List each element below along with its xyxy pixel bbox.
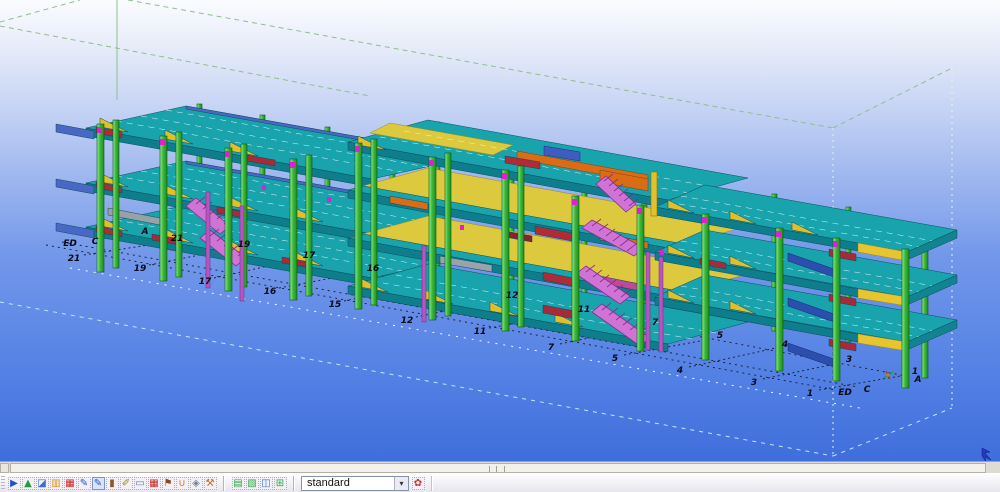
snap-icon[interactable]: ◫ (260, 477, 273, 490)
grid-label-11: 11 (578, 305, 591, 315)
grid-label-5: 5 (717, 331, 723, 341)
toolbar-end-divider (431, 476, 433, 491)
grid-label-12: 12 (401, 316, 414, 326)
grid-red-icon[interactable]: ▦ (148, 477, 161, 490)
toolbar-options-icons: ✿ (411, 477, 425, 490)
magnet-icon[interactable]: ∪ (176, 477, 189, 490)
binder-icon[interactable]: ▥ (50, 477, 63, 490)
bottom-toolbar: ▶▲◪▥▦✎✎▮✐▭▦⚑∪◈⚒ ▤▧◫⊞ standard ▾ ✿ (0, 473, 1000, 492)
new-view-icon[interactable]: ▤ (232, 477, 245, 490)
grid-label-16: 16 (264, 287, 277, 297)
scrollbar-left-box[interactable] (0, 463, 9, 473)
pointer-icon[interactable]: ▶ (8, 477, 21, 490)
pen-icon[interactable]: ✎ (78, 477, 91, 490)
grid-label-A: A (141, 227, 149, 237)
grid-label-1: 1 (807, 389, 813, 399)
grid-label-11: 11 (474, 327, 487, 337)
cone-icon[interactable]: ▲ (22, 477, 35, 490)
bolt-icon[interactable]: ▮ (106, 477, 119, 490)
view-selector-value: standard (302, 477, 394, 489)
snap-plus-icon[interactable]: ⊞ (274, 477, 287, 490)
grid-label-A: A (914, 375, 922, 385)
model-canvas[interactable]: 211917161512117543121191716121175431ACED… (0, 0, 1000, 461)
toolbar-secondary-icons: ▤▧◫⊞ (231, 477, 287, 490)
component-grid-icon[interactable]: ▦ (64, 477, 77, 490)
grid-label-3: 3 (751, 378, 757, 388)
grid-label-16: 16 (367, 264, 380, 274)
view-selector-combobox[interactable]: standard ▾ (301, 476, 409, 491)
toolbar-main-icons: ▶▲◪▥▦✎✎▮✐▭▦⚑∪◈⚒ (7, 477, 217, 490)
grid-label-ED: ED (838, 388, 852, 398)
options-flower-icon[interactable]: ✿ (412, 477, 425, 490)
document-icon[interactable]: ▭ (134, 477, 147, 490)
grid-label-21: 21 (171, 234, 184, 244)
grid-label-12: 12 (506, 291, 519, 301)
grid-label-C: C (864, 385, 871, 395)
toolbar-grip[interactable] (1, 476, 5, 491)
grid-label-19: 19 (238, 240, 251, 250)
grid-label-ED: ED (63, 239, 77, 249)
grid-label-3: 3 (846, 355, 852, 365)
scrollbar-grip (489, 466, 505, 472)
pencil-icon[interactable]: ✐ (120, 477, 133, 490)
grid-label-5: 5 (612, 354, 618, 364)
grid-label-7: 7 (548, 343, 555, 353)
flag-icon[interactable]: ⚑ (162, 477, 175, 490)
grid-label-17: 17 (199, 277, 212, 287)
page-flip-icon[interactable]: ◪ (36, 477, 49, 490)
hammer-icon[interactable]: ⚒ (204, 477, 217, 490)
horizontal-scrollbar[interactable] (0, 461, 1000, 473)
grid-label-17: 17 (303, 251, 316, 261)
grid-label-15: 15 (329, 300, 342, 310)
scrollbar-thumb[interactable] (10, 463, 986, 473)
toolbar-separator (223, 476, 225, 491)
select-filter-icon[interactable]: ▧ (246, 477, 259, 490)
toolbar-separator-2 (293, 476, 295, 491)
grid-label-19: 19 (134, 264, 147, 274)
application-window: 211917161512117543121191716121175431ACED… (0, 0, 1000, 492)
model-viewport[interactable]: 211917161512117543121191716121175431ACED… (0, 0, 1000, 461)
grid-label-7: 7 (652, 318, 659, 328)
grid-label-4: 4 (781, 340, 788, 350)
grid-label-C: C (92, 237, 99, 247)
camera-icon[interactable]: ◈ (190, 477, 203, 490)
combobox-dropdown-arrow[interactable]: ▾ (394, 477, 408, 490)
grid-label-21: 21 (68, 254, 81, 264)
pen-select-icon[interactable]: ✎ (92, 477, 105, 490)
grid-label-4: 4 (676, 366, 683, 376)
